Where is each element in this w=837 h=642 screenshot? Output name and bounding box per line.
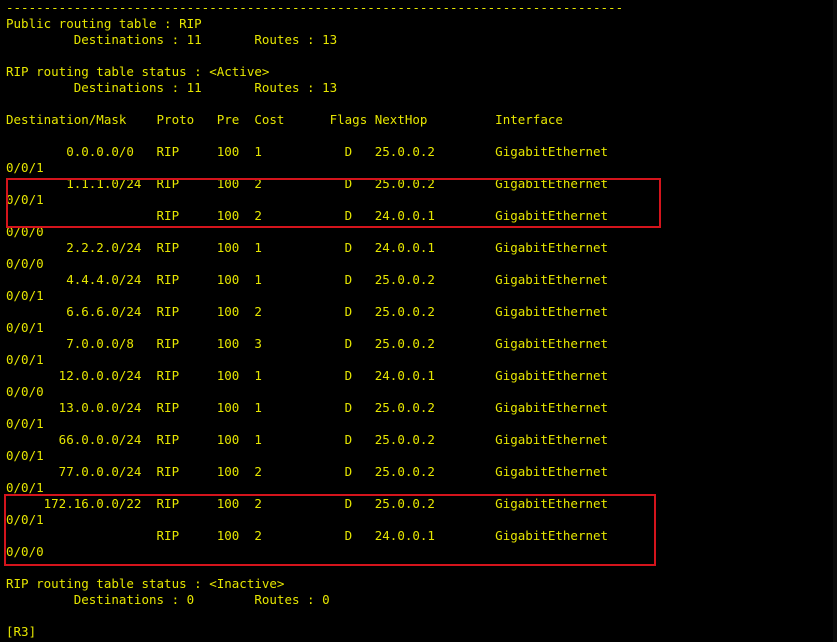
terminal-line: 4.4.4.0/24 RIP 100 1 D 25.0.0.2 GigabitE… — [6, 272, 609, 287]
terminal-line: 0/0/1 — [6, 512, 44, 527]
terminal-line: 0/0/1 — [6, 192, 44, 207]
terminal-line: 0.0.0.0/0 RIP 100 1 D 25.0.0.2 GigabitEt… — [6, 144, 609, 159]
terminal-line: Destinations : 0 Routes : 0 — [6, 592, 330, 607]
terminal-line: ----------------------------------------… — [6, 0, 624, 15]
scrollbar[interactable] — [833, 0, 837, 642]
terminal-line: RIP 100 2 D 24.0.0.1 GigabitEthernet — [6, 528, 609, 543]
terminal-line: 0/0/0 — [6, 256, 44, 271]
terminal-line: 77.0.0.0/24 RIP 100 2 D 25.0.0.2 Gigabit… — [6, 464, 609, 479]
terminal-line: 0/0/0 — [6, 544, 44, 559]
terminal-line: 13.0.0.0/24 RIP 100 1 D 25.0.0.2 Gigabit… — [6, 400, 609, 415]
terminal-line: 0/0/0 — [6, 224, 44, 239]
terminal-line: RIP routing table status : <Active> — [6, 64, 270, 79]
terminal-line: 0/0/1 — [6, 352, 44, 367]
terminal-line: 66.0.0.0/24 RIP 100 1 D 25.0.0.2 Gigabit… — [6, 432, 609, 447]
terminal-line: 0/0/0 — [6, 384, 44, 399]
command-prompt: [R3] — [6, 624, 37, 639]
terminal-line: 0/0/1 — [6, 448, 44, 463]
terminal-line: Destinations : 11 Routes : 13 — [6, 80, 338, 95]
terminal-line: RIP 100 2 D 24.0.0.1 GigabitEthernet — [6, 208, 609, 223]
terminal-line: 0/0/1 — [6, 160, 44, 175]
terminal-line: 172.16.0.0/22 RIP 100 2 D 25.0.0.2 Gigab… — [6, 496, 609, 511]
terminal-line: 0/0/1 — [6, 480, 44, 495]
terminal-line: Destination/Mask Proto Pre Cost Flags Ne… — [6, 112, 563, 127]
terminal-line: 12.0.0.0/24 RIP 100 1 D 24.0.0.1 Gigabit… — [6, 368, 609, 383]
terminal-window[interactable]: ----------------------------------------… — [0, 0, 837, 642]
terminal-line: 6.6.6.0/24 RIP 100 2 D 25.0.0.2 GigabitE… — [6, 304, 609, 319]
terminal-line: RIP routing table status : <Inactive> — [6, 576, 285, 591]
terminal-line: 1.1.1.0/24 RIP 100 2 D 25.0.0.2 GigabitE… — [6, 176, 609, 191]
terminal-line: Destinations : 11 Routes : 13 — [6, 32, 338, 47]
terminal-line: 2.2.2.0/24 RIP 100 1 D 24.0.0.1 GigabitE… — [6, 240, 609, 255]
terminal-line: 7.0.0.0/8 RIP 100 3 D 25.0.0.2 GigabitEt… — [6, 336, 609, 351]
terminal-line: Public routing table : RIP — [6, 16, 202, 31]
terminal-line: 0/0/1 — [6, 288, 44, 303]
terminal-line: 0/0/1 — [6, 416, 44, 431]
terminal-line: 0/0/1 — [6, 320, 44, 335]
